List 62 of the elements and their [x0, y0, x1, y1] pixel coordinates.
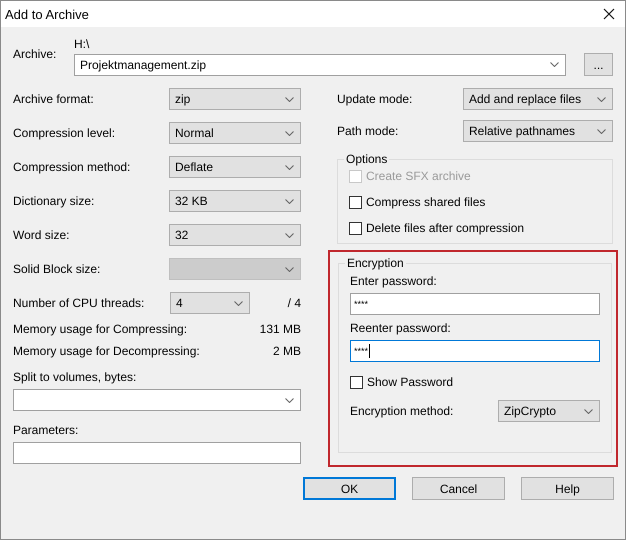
password-field[interactable]: **** — [350, 340, 600, 362]
chevron-icon — [285, 232, 294, 238]
chevron-icon — [285, 266, 294, 272]
field-label: Enter password: — [350, 274, 438, 288]
memory-label: Memory usage for Decompressing: — [13, 344, 200, 358]
chevron-icon — [285, 130, 294, 136]
group-title: Options — [345, 152, 388, 166]
chevron-icon — [597, 96, 606, 102]
memory-label: Memory usage for Compressing: — [13, 322, 188, 336]
checkbox-label: Delete files after compression — [366, 221, 524, 235]
dropdown[interactable]: ZipCrypto — [498, 400, 600, 422]
field-label: Path mode: — [337, 124, 398, 138]
field-label: Reenter password: — [350, 321, 452, 335]
checkbox[interactable] — [349, 196, 362, 208]
field-label: Parameters: — [13, 423, 80, 437]
chevron-icon — [597, 128, 606, 134]
chevron-icon — [285, 96, 294, 102]
group-title: Encryption — [346, 256, 405, 270]
dropdown[interactable]: zip — [169, 88, 301, 110]
field-label: Word size: — [13, 228, 70, 242]
dropdown[interactable]: Add and replace files — [463, 88, 613, 110]
field-label: Encryption method: — [350, 404, 454, 418]
chevron-icon — [550, 62, 559, 67]
field-label: Dictionary size: — [13, 194, 94, 208]
thread-count: / 4 — [288, 296, 301, 310]
dropdown[interactable]: 32 KB — [169, 190, 301, 212]
close-icon[interactable] — [603, 8, 615, 20]
dropdown[interactable]: 4 — [170, 292, 250, 314]
dialog-button[interactable]: Help — [521, 477, 614, 500]
chevron-icon — [285, 398, 294, 402]
checkbox[interactable] — [349, 222, 362, 234]
input-field[interactable] — [13, 442, 301, 464]
dialog-button[interactable]: OK — [303, 477, 396, 500]
folder-path: H:\ — [74, 37, 90, 51]
dialog-button[interactable]: Cancel — [412, 477, 505, 500]
archive-label: Archive: — [13, 46, 58, 63]
dropdown[interactable] — [13, 389, 301, 411]
chevron-icon — [285, 198, 294, 204]
chevron-icon — [285, 164, 294, 170]
browse-button[interactable]: ... — [584, 53, 613, 76]
memory-value: 2 MB — [272, 344, 301, 358]
field-label: Update mode: — [337, 92, 412, 106]
field-label: Split to volumes, bytes: — [13, 370, 138, 384]
field-label: Number of CPU threads: — [13, 296, 144, 310]
checkbox[interactable] — [350, 376, 363, 388]
memory-value: 131 MB — [260, 322, 301, 336]
password-field[interactable]: **** — [350, 293, 600, 315]
dropdown[interactable]: 32 — [169, 224, 301, 246]
dropdown[interactable]: Normal — [169, 122, 301, 144]
field-label: Compression level: — [13, 126, 116, 140]
field-label: Compression method: — [13, 160, 130, 174]
checkbox-label: Create SFX archive — [366, 169, 471, 183]
checkbox-label: Show Password — [367, 375, 454, 389]
chevron-icon — [584, 408, 593, 414]
checkbox-label: Compress shared files — [366, 195, 486, 209]
field-label: Solid Block size: — [13, 262, 100, 276]
dropdown[interactable]: Projektmanagement.zip — [74, 54, 566, 76]
dropdown[interactable]: Deflate — [169, 156, 301, 178]
field-label: Archive format: — [13, 92, 94, 106]
window-title: Add to Archive — [5, 6, 89, 22]
chevron-icon — [234, 300, 243, 306]
dropdown[interactable]: Relative pathnames — [463, 120, 613, 142]
